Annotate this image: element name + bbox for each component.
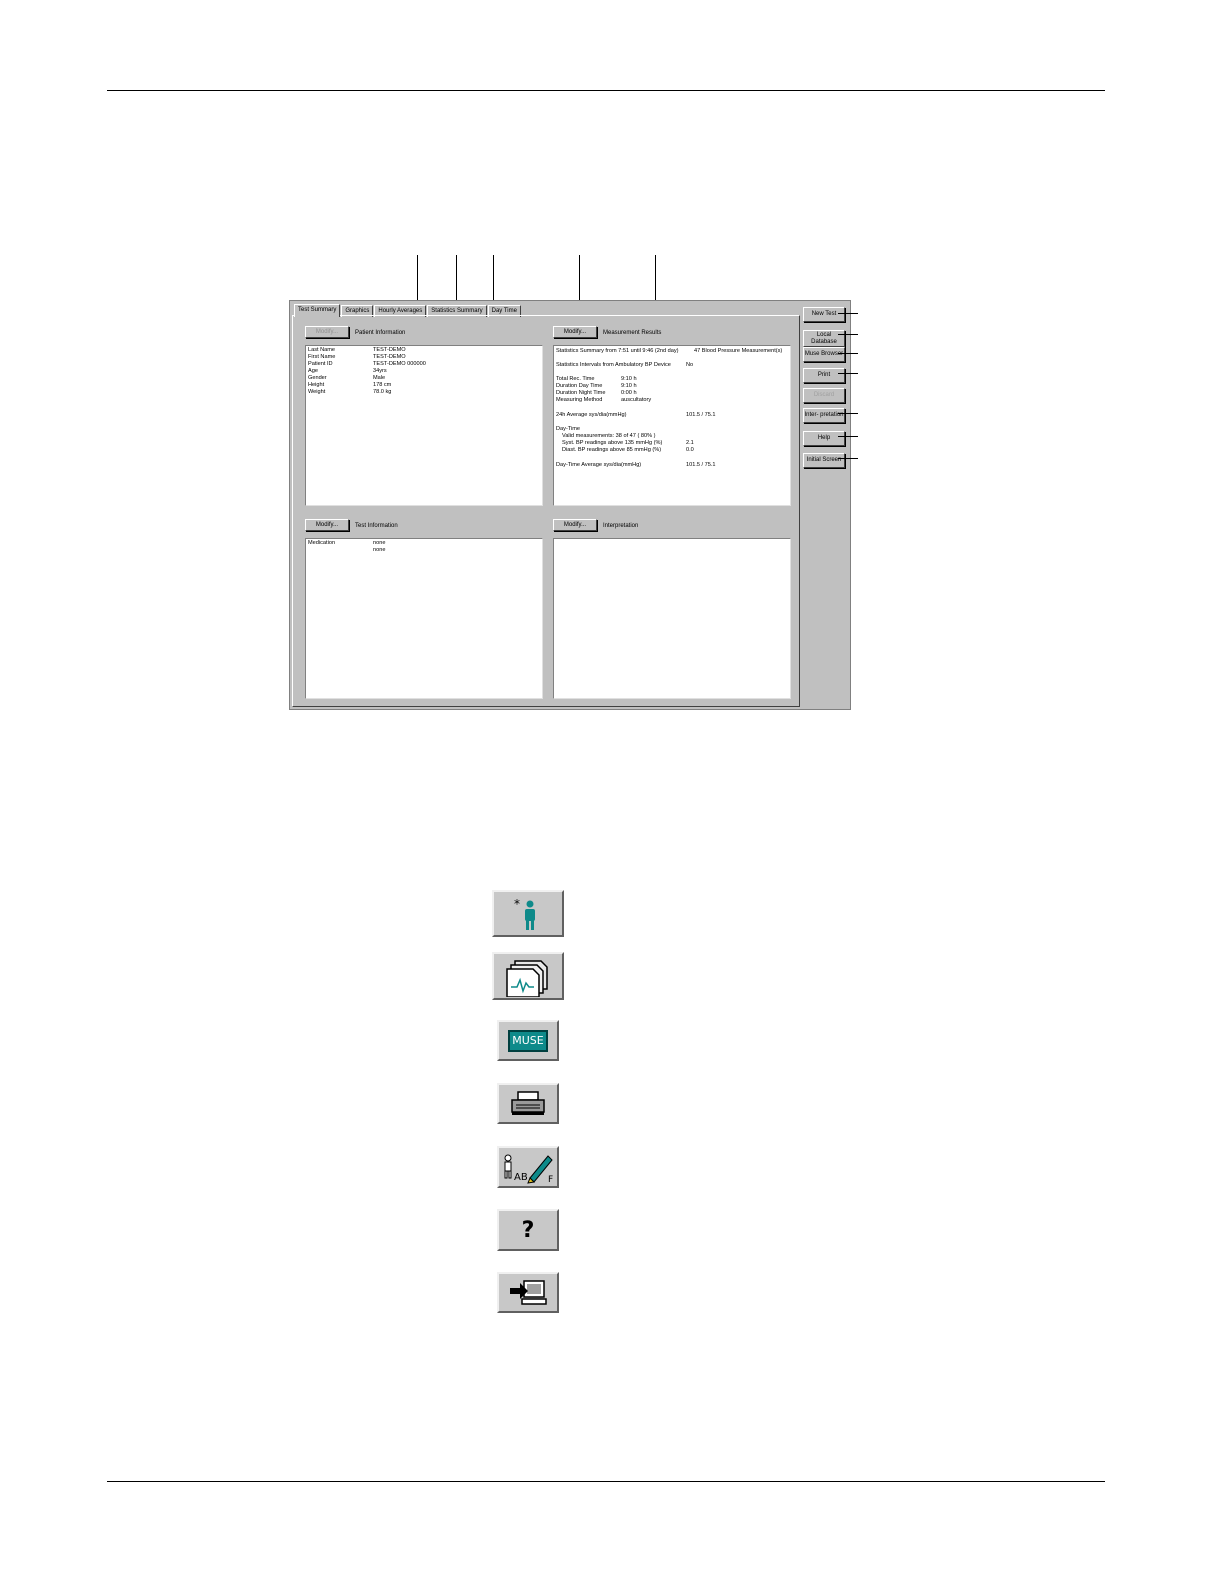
patient-field-label: Patient ID xyxy=(308,361,333,367)
intervals-value: No xyxy=(686,362,694,368)
interpretation-panel[interactable] xyxy=(553,538,791,699)
exit-to-screen-icon xyxy=(510,1279,547,1305)
local-database-label-2: Database xyxy=(811,338,837,345)
patient-field-value: 178 cm xyxy=(373,382,392,388)
interpretation-title: Interpretation xyxy=(603,523,639,529)
callout-line xyxy=(838,373,858,374)
patient-field-value: 78.0 kg xyxy=(373,389,392,395)
test-info-panel: Medication none none xyxy=(305,538,543,699)
method-value: auscultatory xyxy=(621,397,652,403)
intervals-label: Statistics Intervals from Ambulatory BP … xyxy=(556,362,671,368)
summary-line: Statistics Summary from 7:51 until 9:46 … xyxy=(556,348,679,354)
test-info-title: Test Information xyxy=(355,523,398,529)
callout-line xyxy=(838,458,858,459)
medication-label: Medication xyxy=(308,540,336,546)
new-test-icon-button[interactable]: * xyxy=(492,890,564,937)
patient-field-label: Gender xyxy=(308,375,327,381)
patient-field-label: Age xyxy=(308,368,318,374)
patient-field-value: TEST-DEMO xyxy=(373,354,406,360)
printer-icon xyxy=(511,1090,545,1115)
dayavg-label: Day-Time Average sys/dia(mmHg) xyxy=(556,462,642,468)
medication-value: none xyxy=(373,540,386,546)
avg24-value: 101.5 / 75.1 xyxy=(686,412,716,418)
tab-test-summary[interactable]: Test Summary xyxy=(294,304,341,317)
callout-line xyxy=(838,353,858,354)
interpretation-button[interactable]: Inter- pretation xyxy=(803,408,845,423)
local-database-icon-button[interactable] xyxy=(492,952,564,1000)
night-duration-label: Duration Night Time xyxy=(556,390,606,396)
syst-value: 2.1 xyxy=(686,440,694,446)
medication-value: none xyxy=(373,547,386,553)
night-duration-value: 0:00 h xyxy=(621,390,637,396)
disabled-button[interactable]: Discard xyxy=(803,388,845,403)
local-database-label-1: Local xyxy=(816,331,832,338)
local-database-button[interactable]: Local Database xyxy=(803,330,845,347)
help-icon-button[interactable]: ? xyxy=(497,1209,559,1251)
callout-line xyxy=(838,413,858,414)
patient-field-value: Male xyxy=(373,375,386,381)
muse-icon-button[interactable]: MUSE xyxy=(497,1020,559,1061)
ab-label: AB xyxy=(514,1172,528,1183)
database-folders-icon xyxy=(506,960,548,997)
patient-field-label: First Name xyxy=(308,354,336,360)
patient-field-label: Last Name xyxy=(308,347,336,353)
diast-label: Diast. BP readings above 85 mmHg (%) xyxy=(562,447,662,453)
measurement-modify-button[interactable]: Modify... xyxy=(553,326,597,338)
question-mark-icon: ? xyxy=(521,1217,535,1243)
patient-modify-button[interactable]: Modify... xyxy=(305,326,349,338)
footer-rule xyxy=(107,1481,1105,1482)
svg-text:*: * xyxy=(514,897,520,911)
initial-screen-button[interactable]: Initial Screen xyxy=(803,453,845,468)
help-button[interactable]: Help xyxy=(803,431,845,446)
avg24-label: 24h Average sys/dia(mmHg) xyxy=(556,412,627,418)
header-rule xyxy=(107,90,1105,91)
patient-field-value: TEST-DEMO 000000 xyxy=(373,361,426,367)
day-duration-label: Duration Day Time xyxy=(556,383,603,389)
test-info-modify-button[interactable]: Modify... xyxy=(305,519,349,531)
callout-line xyxy=(838,334,858,335)
patient-field-value: 34yrs xyxy=(373,368,387,374)
patient-info-panel: Last Name TEST-DEMO First Name TEST-DEMO Pat… xyxy=(305,345,543,506)
interpretation-modify-button[interactable]: Modify... xyxy=(553,519,597,531)
patient-info-title: Patient Information xyxy=(355,330,406,336)
initial-screen-icon-button[interactable] xyxy=(497,1272,559,1313)
method-label: Measuring Method xyxy=(556,397,603,403)
interpretation-icon-button[interactable]: AB F xyxy=(497,1146,559,1188)
f-label: F xyxy=(548,1175,553,1184)
print-button[interactable]: Print xyxy=(803,368,845,383)
interpretation-pen-icon: AB F xyxy=(504,1154,553,1184)
measurement-results-panel: Statistics Summary from 7:51 until 9:46 … xyxy=(553,345,791,506)
valid-measurements: Valid measurements: 38 of 47 ( 80% ) xyxy=(562,433,656,439)
callout-line xyxy=(838,436,858,437)
measurement-results-title: Measurement Results xyxy=(603,330,662,336)
day-duration-value: 9:10 h xyxy=(621,383,637,389)
patient-field-label: Weight xyxy=(308,389,326,395)
total-rec-label: Total Rec. Time xyxy=(556,376,595,382)
patient-field-label: Height xyxy=(308,382,325,388)
total-rec-value: 9:10 h xyxy=(621,376,637,382)
dayavg-value: 101.5 / 75.1 xyxy=(686,462,716,468)
syst-label: Syst. BP readings above 135 mmHg (%) xyxy=(562,440,663,446)
summary-count: 47 Blood Pressure Measurement(s) xyxy=(694,348,783,354)
print-icon-button[interactable] xyxy=(497,1083,559,1124)
application-window: Test Summary Graphics Hourly Averages St… xyxy=(289,300,851,710)
new-patient-icon: * xyxy=(514,897,535,930)
callout-line xyxy=(838,313,858,314)
diast-value: 0.0 xyxy=(686,447,694,453)
patient-field-value: TEST-DEMO xyxy=(373,347,406,353)
muse-browser-button[interactable]: Muse Browser xyxy=(803,347,845,362)
new-test-button[interactable]: New Test xyxy=(803,307,845,322)
muse-icon-text: MUSE xyxy=(512,1034,544,1047)
daytime-heading: Day-Time xyxy=(556,426,581,432)
muse-icon: MUSE xyxy=(508,1029,548,1052)
test-summary-page: Modify... Patient Information Last Name T… xyxy=(292,315,800,707)
